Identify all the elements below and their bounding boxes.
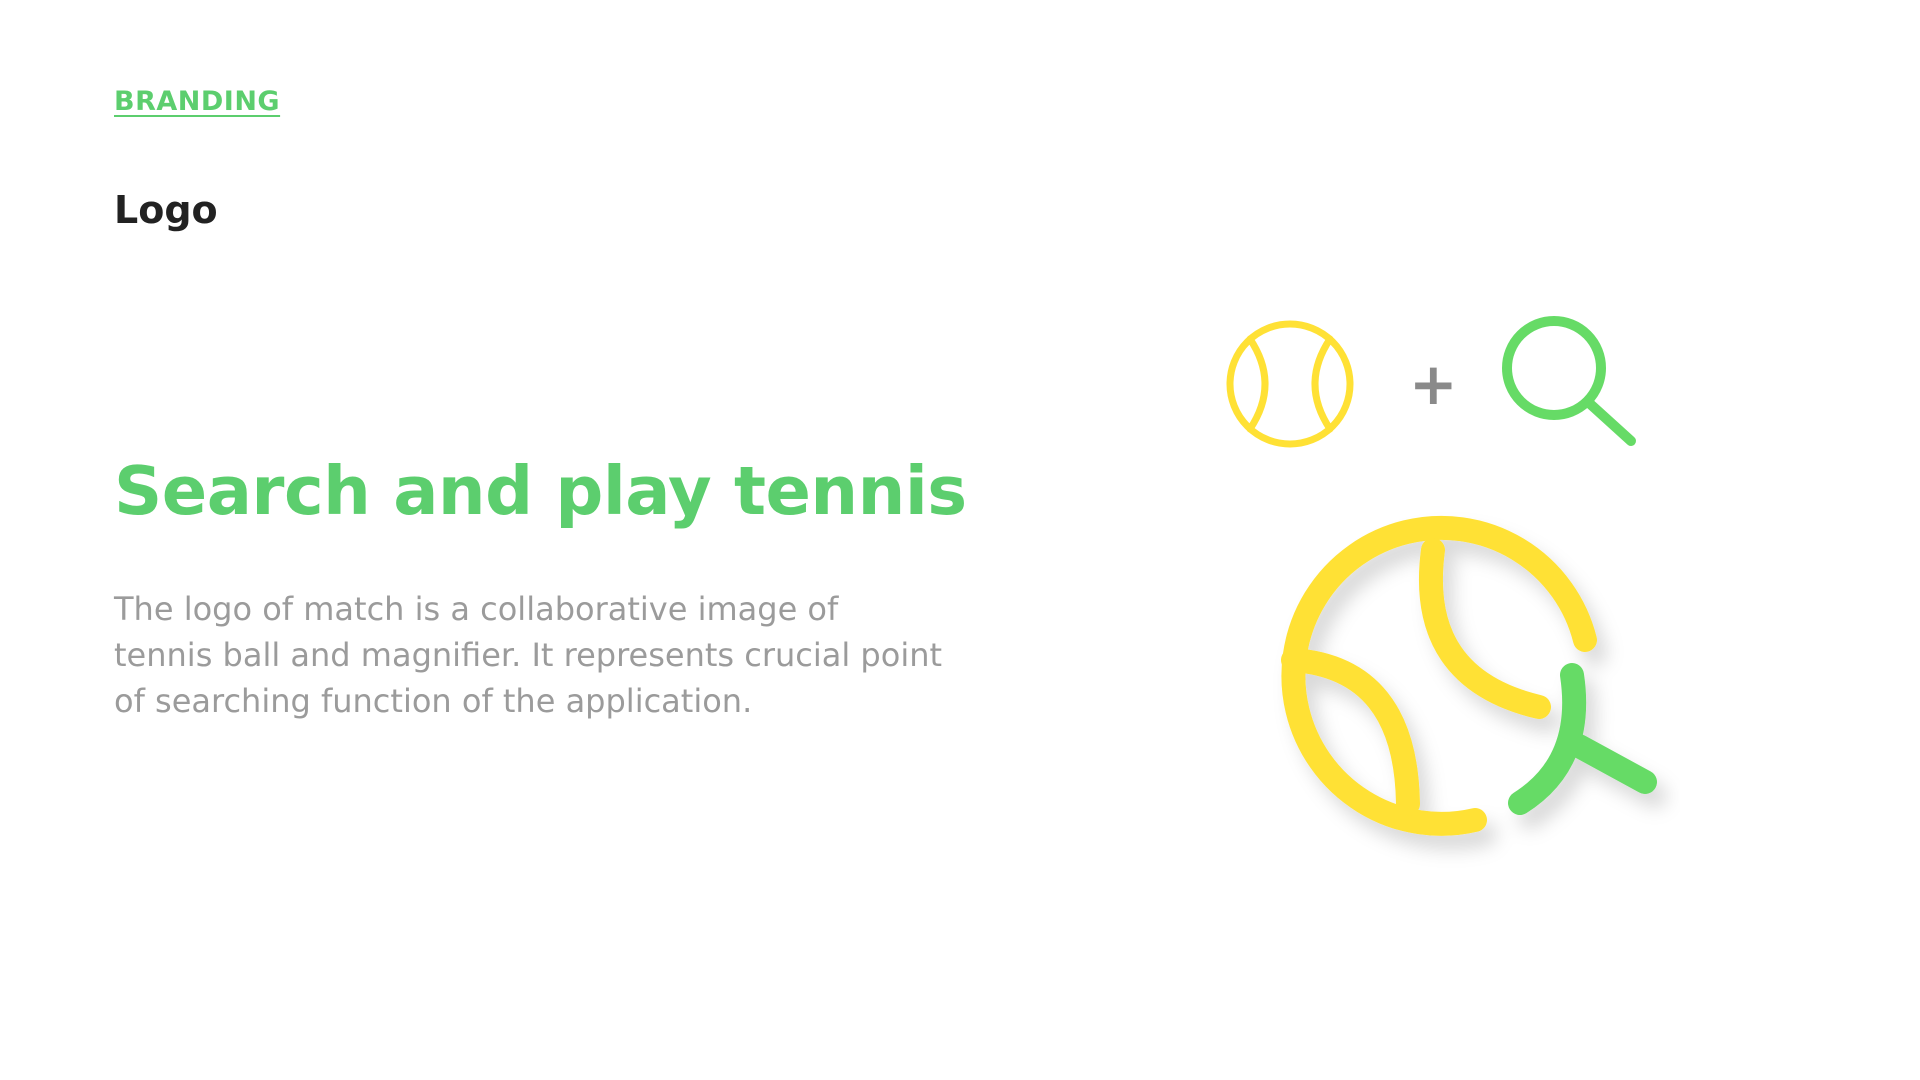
section-label: BRANDING xyxy=(114,86,281,117)
plus-sign: + xyxy=(1409,350,1458,418)
magnifier-icon xyxy=(1502,316,1636,446)
description-line: The logo of match is a collaborative ima… xyxy=(114,590,839,628)
combined-logo-icon xyxy=(1281,515,1657,836)
description: The logo of match is a collaborative ima… xyxy=(114,586,943,724)
page-subtitle: Logo xyxy=(114,188,218,232)
description-line: tennis ball and magnifier. It represents… xyxy=(114,636,943,674)
description-line: of searching function of the application… xyxy=(114,682,753,720)
tennis-ball-icon xyxy=(1226,320,1354,448)
headline: Search and play tennis xyxy=(114,452,967,530)
